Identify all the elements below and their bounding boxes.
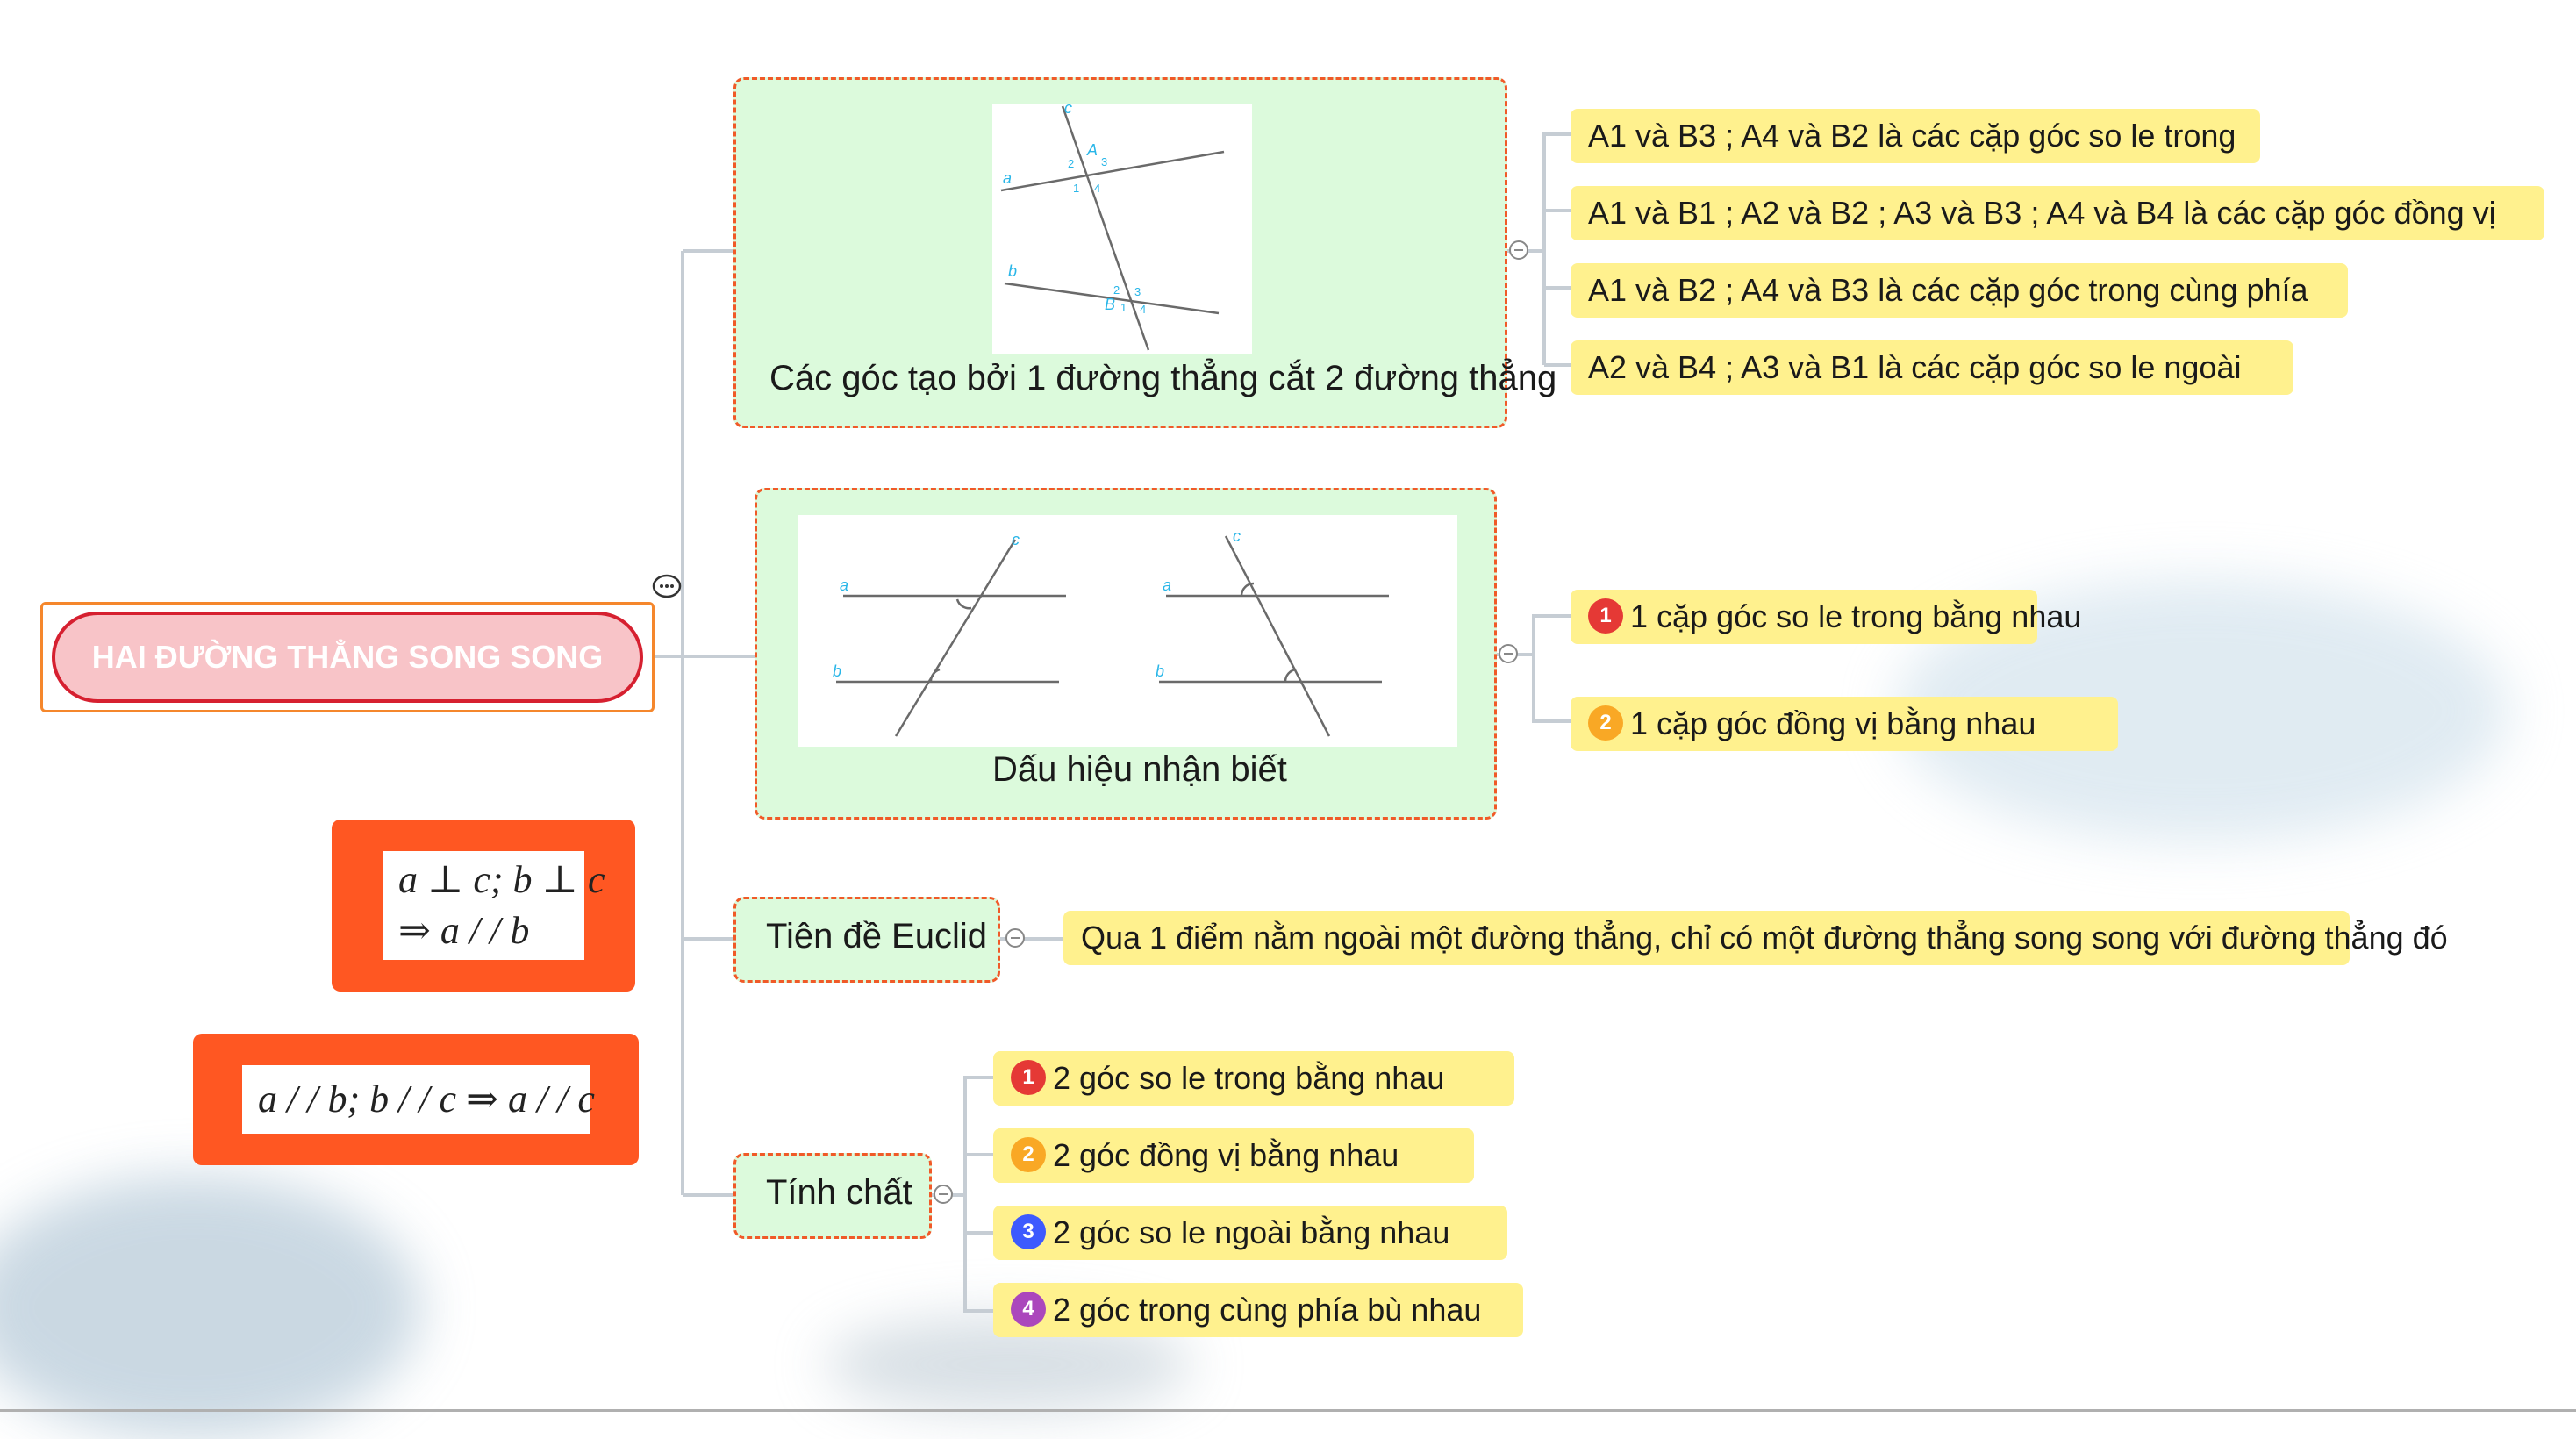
- formula-card-transitive[interactable]: a / / b; b / / c ⇒ a / / c: [193, 1034, 639, 1165]
- collapse-toggle-icon[interactable]: [934, 1185, 953, 1204]
- root-node[interactable]: HAI ĐƯỜNG THẲNG SONG SONG: [40, 602, 655, 712]
- svg-text:2: 2: [1113, 283, 1120, 297]
- leaf-property-1[interactable]: 12 góc so le trong bằng nhau: [993, 1051, 1514, 1106]
- number-1-icon: 1: [1011, 1060, 1046, 1096]
- parallel-lines-figure: c a b c a b: [798, 515, 1457, 747]
- topic-euclid-node[interactable]: Tiên đề Euclid: [733, 897, 1000, 983]
- comment-icon[interactable]: [652, 574, 682, 600]
- svg-text:3: 3: [1101, 155, 1107, 168]
- leaf-property-3[interactable]: 32 góc so le ngoài bằng nhau: [993, 1206, 1507, 1260]
- leaf-property-2[interactable]: 22 góc đồng vị bằng nhau: [993, 1128, 1474, 1183]
- leaf-text: 2 góc trong cùng phía bù nhau: [1053, 1292, 1482, 1328]
- collapse-toggle-icon[interactable]: [1509, 240, 1528, 260]
- label-A: A: [1086, 141, 1098, 159]
- svg-text:a: a: [840, 576, 848, 594]
- svg-text:4: 4: [1094, 182, 1100, 195]
- formula-card-perpendicular[interactable]: a ⊥ c; b ⊥ c ⇒ a / / b: [332, 820, 635, 992]
- label-a: a: [1003, 169, 1012, 187]
- leaf-text: 2 góc so le trong bằng nhau: [1053, 1060, 1445, 1096]
- formula-line-1: a ⊥ c; b ⊥ c: [398, 858, 605, 901]
- svg-text:1: 1: [1120, 301, 1127, 314]
- leaf-alternate-interior[interactable]: A1 và B3 ; A4 và B2 là các cặp góc so le…: [1571, 109, 2260, 163]
- svg-text:c: c: [1233, 527, 1241, 545]
- leaf-recognition-1[interactable]: 11 cặp góc so le trong bằng nhau: [1571, 590, 2081, 644]
- number-1-icon: 1: [1588, 598, 1623, 634]
- label-B: B: [1105, 296, 1115, 313]
- topic-properties-node[interactable]: Tính chất: [733, 1153, 932, 1239]
- label-b: b: [1008, 262, 1017, 280]
- svg-text:a: a: [1163, 576, 1171, 594]
- formula-transitive: a / / b; b / / c ⇒ a / / c: [242, 1065, 595, 1134]
- leaf-same-side-interior[interactable]: A1 và B2 ; A4 và B3 là các cặp góc trong…: [1571, 263, 2348, 318]
- root-label: HAI ĐƯỜNG THẲNG SONG SONG: [52, 612, 643, 703]
- leaf-text: 2 góc so le ngoài bằng nhau: [1053, 1214, 1450, 1250]
- collapse-toggle-icon[interactable]: [1499, 644, 1518, 663]
- svg-text:2: 2: [1068, 157, 1074, 170]
- number-3-icon: 3: [1011, 1214, 1046, 1250]
- topic-recognition-node[interactable]: c a b c a b Dấu hiệu nhận biết: [755, 488, 1497, 820]
- number-4-icon: 4: [1011, 1292, 1046, 1328]
- label-c: c: [1064, 104, 1072, 117]
- topic-properties-title: Tính chất: [766, 1173, 912, 1212]
- leaf-text: 1 cặp góc đồng vị bằng nhau: [1630, 705, 2036, 741]
- leaf-alternate-exterior[interactable]: A2 và B4 ; A3 và B1 là các cặp góc so le…: [1571, 340, 2293, 395]
- leaf-text: 2 góc đồng vị bằng nhau: [1053, 1137, 1399, 1173]
- formula-perpendicular: a ⊥ c; b ⊥ c ⇒ a / / b: [383, 851, 605, 960]
- number-2-icon: 2: [1011, 1137, 1046, 1173]
- leaf-text: 1 cặp góc so le trong bằng nhau: [1630, 598, 2082, 634]
- svg-text:b: b: [833, 662, 841, 680]
- svg-text:4: 4: [1140, 303, 1146, 316]
- svg-text:b: b: [1156, 662, 1164, 680]
- leaf-property-4[interactable]: 42 góc trong cùng phía bù nhau: [993, 1283, 1523, 1337]
- topic-euclid-title: Tiên đề Euclid: [766, 917, 987, 956]
- collapse-toggle-icon[interactable]: [1005, 928, 1025, 948]
- transversal-figure: c a b A B 23 14 23 14: [992, 104, 1252, 354]
- formula-line-2: ⇒ a / / b: [398, 909, 530, 952]
- topic-angles-node[interactable]: c a b A B 23 14 23 14 Các góc tạo bởi 1 …: [733, 77, 1556, 428]
- leaf-corresponding[interactable]: A1 và B1 ; A2 và B2 ; A3 và B3 ; A4 và B…: [1571, 186, 2544, 240]
- number-2-icon: 2: [1588, 705, 1623, 741]
- topic-angles-title: Các góc tạo bởi 1 đường thẳng cắt 2 đườn…: [769, 359, 1557, 397]
- topic-recognition-title: Dấu hiệu nhận biết: [992, 750, 1287, 789]
- leaf-recognition-2[interactable]: 21 cặp góc đồng vị bằng nhau: [1571, 697, 2118, 751]
- svg-text:3: 3: [1134, 285, 1141, 298]
- svg-text:c: c: [1012, 531, 1020, 548]
- leaf-euclid-axiom[interactable]: Qua 1 điểm nằm ngoài một đường thẳng, ch…: [1063, 911, 2448, 965]
- svg-text:1: 1: [1073, 182, 1079, 195]
